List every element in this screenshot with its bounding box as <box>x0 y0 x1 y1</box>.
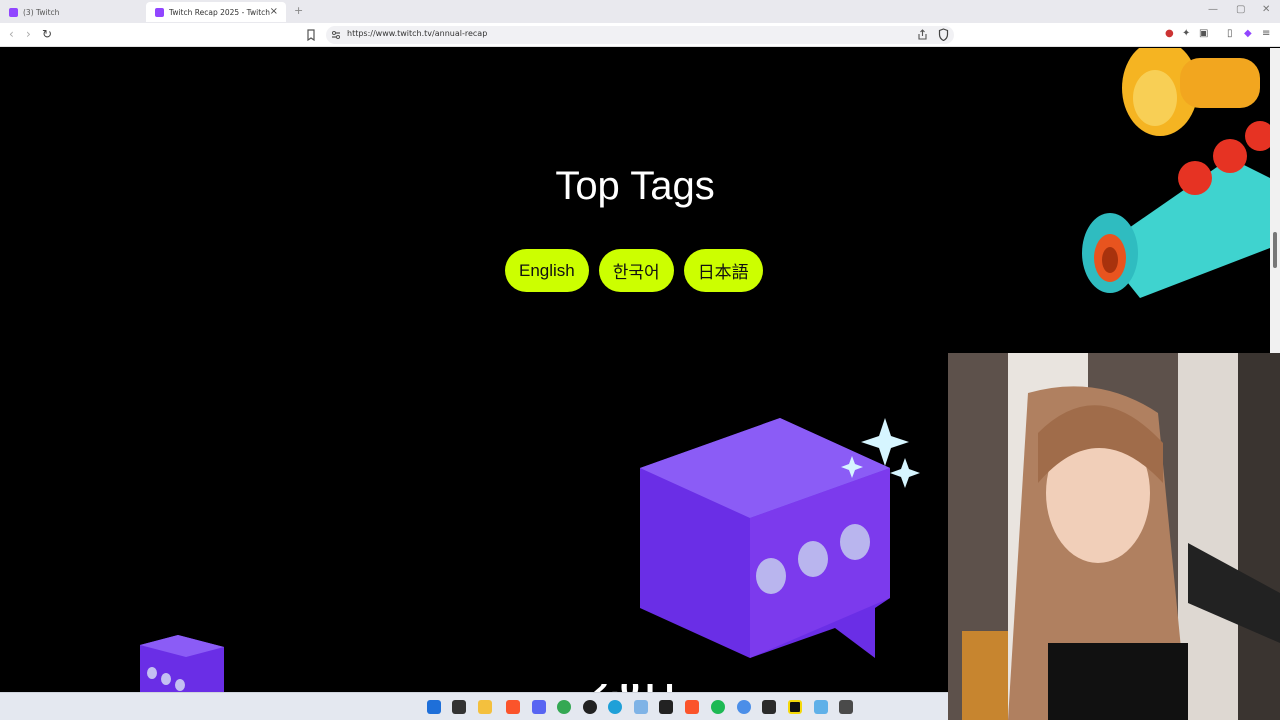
webcam-image <box>948 353 1280 720</box>
terminal-icon[interactable] <box>762 700 776 714</box>
wallet-icon[interactable]: ◆ <box>1244 28 1252 39</box>
calculator-icon[interactable] <box>839 700 853 714</box>
forward-button[interactable]: › <box>26 27 31 41</box>
tab-twitch-recap[interactable]: Twitch Recap 2025 - Twitch × <box>146 2 286 22</box>
extensions-puzzle-icon[interactable]: ✦ <box>1182 28 1190 39</box>
scrollbar-thumb[interactable] <box>1273 232 1277 268</box>
tag-english[interactable]: English <box>505 249 589 292</box>
edge-icon[interactable] <box>608 700 622 714</box>
share-icon[interactable] <box>917 29 928 40</box>
spotify-icon[interactable] <box>711 700 725 714</box>
menu-icon[interactable]: ≡ <box>1262 28 1270 39</box>
back-button[interactable]: ‹ <box>9 27 14 41</box>
sidebar-icon[interactable]: ▯ <box>1227 28 1233 39</box>
windows-taskbar <box>0 692 948 720</box>
obs-icon[interactable] <box>583 700 597 714</box>
chat-bubble-illustration <box>640 418 920 658</box>
small-chat-bubble-illustration <box>140 635 224 692</box>
tag-korean[interactable]: 한국어 <box>598 249 674 292</box>
brave-shield-icon[interactable] <box>938 28 949 41</box>
app-icon[interactable] <box>737 700 751 714</box>
tag-japanese[interactable]: 日本語 <box>683 249 763 292</box>
browser-tab-strip: (3) Twitch Twitch Recap 2025 - Twitch × … <box>0 0 1280 23</box>
app-icon[interactable] <box>659 700 673 714</box>
streamer-webcam-overlay <box>948 353 1280 720</box>
app-icon[interactable] <box>788 700 802 714</box>
reload-button[interactable]: ↻ <box>42 27 52 41</box>
bookmark-icon[interactable] <box>306 29 316 41</box>
address-bar[interactable]: https://www.twitch.tv/annual-recap <box>326 26 954 44</box>
toy-blaster-illustration <box>1082 48 1270 298</box>
tab-label: (3) Twitch <box>23 7 60 17</box>
site-settings-icon[interactable] <box>331 30 341 40</box>
maximize-button[interactable]: ▢ <box>1236 4 1245 15</box>
windows-start-icon[interactable] <box>427 700 441 714</box>
tab-twitch[interactable]: (3) Twitch <box>0 2 140 22</box>
top-tags-list: English 한국어 日本語 <box>505 249 763 292</box>
notepad-icon[interactable] <box>814 700 828 714</box>
twitch-favicon-icon <box>9 7 18 17</box>
url-text: https://www.twitch.tv/annual-recap <box>347 29 488 38</box>
extension-icon[interactable]: ● <box>1165 28 1174 39</box>
close-tab-icon[interactable]: × <box>270 6 278 17</box>
task-view-icon[interactable] <box>452 700 466 714</box>
screenshot-icon[interactable]: ▣ <box>1199 28 1208 39</box>
brave-icon[interactable] <box>506 700 520 714</box>
discord-icon[interactable] <box>532 700 546 714</box>
new-tab-button[interactable]: + <box>294 4 303 17</box>
next-section-heading: 2,011 <box>590 684 700 692</box>
tab-label: Twitch Recap 2025 - Twitch <box>169 7 271 17</box>
minimize-button[interactable]: — <box>1208 4 1218 15</box>
app-icon[interactable] <box>634 700 648 714</box>
chrome-icon[interactable] <box>557 700 571 714</box>
brave-icon[interactable] <box>685 700 699 714</box>
twitch-favicon-icon <box>155 7 164 17</box>
file-explorer-icon[interactable] <box>478 700 492 714</box>
close-window-button[interactable]: ✕ <box>1262 4 1270 15</box>
browser-toolbar: ‹ › ↻ https://www.twitch.tv/annual-recap… <box>0 23 1280 47</box>
